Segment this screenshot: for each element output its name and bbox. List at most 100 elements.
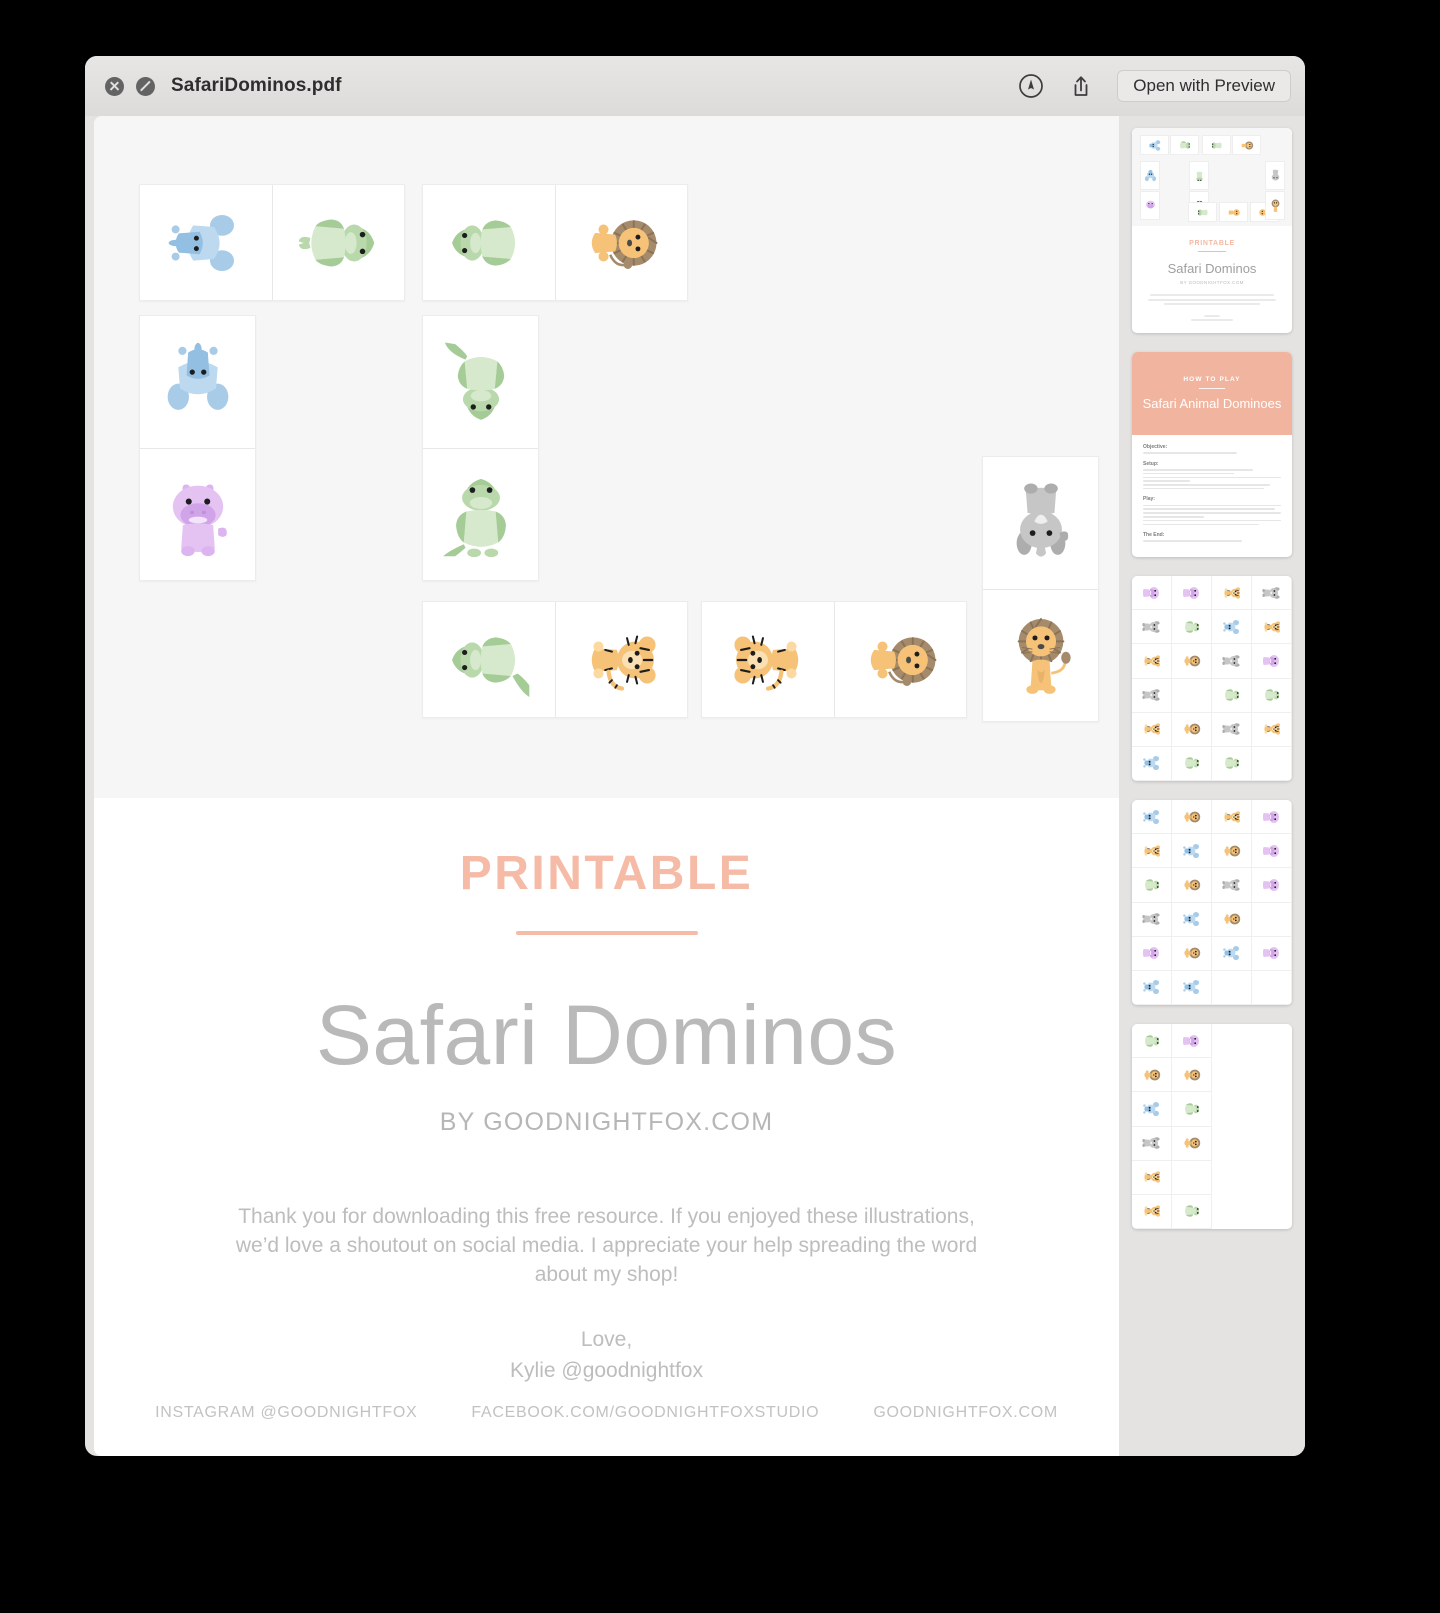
thumbnail-domino-half [1172, 644, 1212, 679]
thumbnail-domino-half [1212, 970, 1252, 1005]
domino-card[interactable] [982, 456, 1099, 722]
domino-half-crocodile [423, 316, 538, 448]
cover-signoff-love: Love, [580, 1327, 633, 1351]
thumb2-eyebrow: HOW TO PLAY [1183, 375, 1241, 383]
thumbnail-domino-half [1252, 610, 1292, 645]
page-thumbnail-3[interactable] [1132, 576, 1292, 781]
thumbnail-domino-half [1172, 902, 1212, 937]
window-titlebar: SafariDominos.pdf Open with Preview [85, 56, 1305, 116]
thumbnail-domino-half [1252, 936, 1292, 971]
cover-block: PRINTABLE Safari Dominos BY GOODNIGHTFOX… [94, 798, 1119, 1386]
thumb2-header: HOW TO PLAY Safari Animal Dominoes [1132, 352, 1292, 435]
thumbnail-domino-half [1172, 1092, 1212, 1127]
thumbnail-domino-half [1172, 868, 1212, 903]
domino-half-tiger [702, 602, 834, 717]
thumbnail-domino-half [1252, 678, 1292, 713]
domino-card[interactable] [422, 184, 688, 301]
thumbnail-domino-half [1212, 1058, 1252, 1092]
thumbnail-domino-half [1212, 834, 1252, 869]
thumbnail-domino-half [1172, 746, 1212, 781]
footer-link-website[interactable]: GOODNIGHTFOX.COM [873, 1404, 1058, 1422]
share-icon[interactable] [1067, 72, 1095, 100]
domino-cards-area [94, 116, 1119, 798]
close-circle-icon[interactable] [105, 76, 124, 96]
thumbnail-domino-half [1132, 576, 1172, 611]
cover-title: Safari Dominos [315, 988, 898, 1082]
thumb2-section-objective: Objective: [1143, 444, 1168, 450]
thumbnail-domino-half [1132, 834, 1172, 869]
thumb2-setup-lines [1143, 468, 1281, 490]
thumbnail-domino-half [1172, 712, 1212, 747]
thumb2-section-play: Play: [1143, 496, 1155, 503]
thumb2-rule [1199, 387, 1225, 389]
thumbnail-domino-half [1252, 1092, 1292, 1126]
thumbnail-domino-half [1132, 1024, 1172, 1059]
thumb2-title: Safari Animal Dominoes [1142, 395, 1282, 411]
thumbnail-domino-half [1172, 834, 1212, 869]
domino-card[interactable] [422, 315, 539, 581]
thumb1-eyebrow: PRINTABLE [1189, 240, 1235, 247]
domino-card[interactable] [422, 601, 688, 718]
thumbnail-domino-half [1212, 868, 1252, 903]
page-thumbnail-2[interactable]: HOW TO PLAY Safari Animal Dominoes Objec… [1132, 352, 1292, 557]
thumbnail-domino-half [1252, 1024, 1292, 1058]
page-thumbnail-sidebar[interactable]: PRINTABLE Safari Dominos BY GOODNIGHTFOX… [1119, 116, 1305, 1456]
thumb2-objective-lines [1143, 452, 1281, 454]
domino-card[interactable] [139, 184, 405, 301]
thumb2-play-lines [1143, 504, 1281, 526]
thumbnail-domino-half [1172, 1160, 1212, 1195]
domino-half-lion [555, 185, 687, 300]
titlebar-left-group: SafariDominos.pdf [105, 75, 342, 97]
block-circle-icon[interactable] [136, 76, 155, 96]
domino-half-lion [983, 589, 1098, 721]
thumbnail-domino-half [1252, 746, 1292, 781]
footer-link-instagram[interactable]: INSTAGRAM @GOODNIGHTFOX [155, 1404, 417, 1422]
thumb1-rule [1198, 251, 1226, 252]
thumbnail-domino-half [1212, 936, 1252, 971]
thumbnail-domino-half [1132, 746, 1172, 781]
domino-half-tiger [555, 602, 687, 717]
thumbnail-domino-half [1132, 1126, 1172, 1161]
document-preview-pane[interactable]: PRINTABLE Safari Dominos BY GOODNIGHTFOX… [94, 116, 1119, 1456]
thumbnail-domino-half [1212, 1127, 1252, 1161]
thumbnail-domino-half [1172, 610, 1212, 645]
thumb2-end-lines [1143, 540, 1281, 542]
footer-link-facebook[interactable]: FACEBOOK.COM/GOODNIGHTFOXSTUDIO [471, 1404, 819, 1422]
thumbnail-domino-half [1172, 1126, 1212, 1161]
thumbnail-domino-half [1252, 1127, 1292, 1161]
thumb5-grid [1132, 1024, 1292, 1229]
thumbnail-domino-half [1172, 576, 1212, 611]
thumbnail-domino-half [1132, 800, 1172, 835]
thumbnail-domino-half [1132, 644, 1172, 679]
domino-half-lion [834, 602, 966, 717]
domino-card[interactable] [139, 315, 256, 581]
markup-pen-icon[interactable] [1017, 72, 1045, 100]
thumb1-title: Safari Dominos [1167, 261, 1257, 276]
thumb2-section-setup: Setup: [1143, 460, 1159, 467]
cover-footer-links: INSTAGRAM @GOODNIGHTFOX FACEBOOK.COM/GOO… [94, 1404, 1119, 1422]
cover-divider-rule [515, 931, 698, 935]
thumb2-section-end: The End: [1143, 532, 1165, 539]
thumbnail-domino-half [1212, 712, 1252, 747]
page-thumbnail-1[interactable]: PRINTABLE Safari Dominos BY GOODNIGHTFOX… [1132, 128, 1292, 333]
thumbnail-domino-half [1252, 1058, 1292, 1092]
cover-eyebrow: PRINTABLE [459, 847, 754, 900]
thumbnail-domino-half [1132, 1160, 1172, 1195]
open-with-preview-button[interactable]: Open with Preview [1117, 70, 1291, 102]
domino-card[interactable] [701, 601, 967, 718]
thumbnail-domino-half [1252, 834, 1292, 869]
cover-byline: BY GOODNIGHTFOX.COM [439, 1108, 774, 1136]
thumbnail-domino-half [1212, 1024, 1252, 1058]
titlebar-right-group: Open with Preview [1017, 70, 1291, 102]
thumbnail-domino-half [1252, 576, 1292, 611]
thumbnail-domino-half [1172, 800, 1212, 835]
window-body: PRINTABLE Safari Dominos BY GOODNIGHTFOX… [85, 116, 1305, 1456]
thumbnail-domino-half [1212, 644, 1252, 679]
cover-body-text: Thank you for downloading this free reso… [235, 1205, 978, 1286]
page-thumbnail-4[interactable] [1132, 800, 1292, 1005]
domino-half-crocodile [423, 185, 555, 300]
thumbnail-domino-half [1132, 868, 1172, 903]
page-thumbnail-5[interactable] [1132, 1024, 1292, 1229]
thumb1-body-lines [1142, 294, 1282, 321]
thumb1-dominos-area [1132, 128, 1292, 226]
